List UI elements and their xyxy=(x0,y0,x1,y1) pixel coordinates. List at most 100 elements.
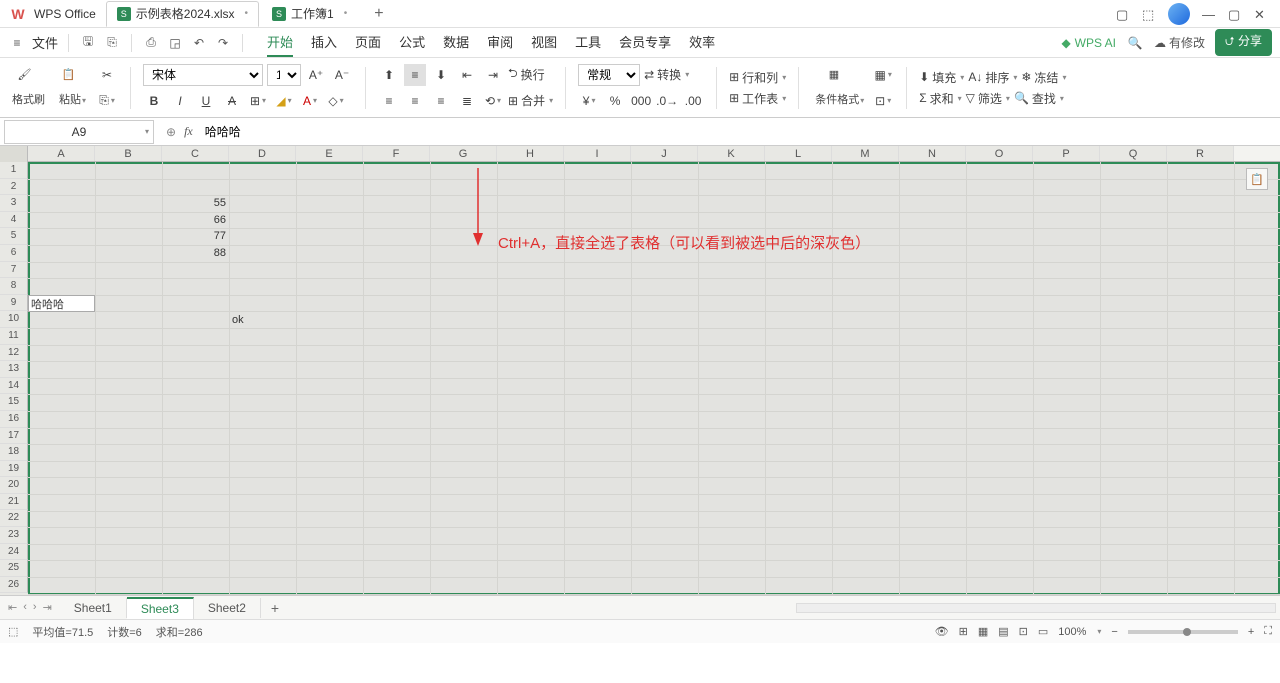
column-header[interactable]: D xyxy=(229,146,296,161)
tab-member[interactable]: 会员专享 xyxy=(619,28,671,57)
tab-formula[interactable]: 公式 xyxy=(399,28,425,57)
align-justify-icon[interactable]: ≣ xyxy=(456,90,478,112)
align-top-icon[interactable]: ⬆ xyxy=(378,64,400,86)
zoom-level[interactable]: 100% xyxy=(1058,626,1086,638)
document-tab-2[interactable]: S 工作簿1 • xyxy=(261,1,358,27)
italic-icon[interactable]: I xyxy=(169,90,191,112)
align-left-icon[interactable]: ≡ xyxy=(378,90,400,112)
sort-button[interactable]: A↓ 排序▾ xyxy=(968,69,1017,86)
underline-icon[interactable]: U xyxy=(195,90,217,112)
eye-icon[interactable]: 👁 xyxy=(935,625,949,638)
row-header[interactable]: 19 xyxy=(0,461,28,478)
row-header[interactable]: 5 xyxy=(0,228,28,245)
chevron-down-icon[interactable]: ▾ xyxy=(145,127,149,136)
maximize-button[interactable]: ▢ xyxy=(1228,7,1242,21)
print-icon[interactable]: ⎙ xyxy=(142,34,160,52)
fill-color-icon[interactable]: ◢ xyxy=(273,90,295,112)
normal-view-icon[interactable]: ▦ xyxy=(978,625,988,638)
name-box[interactable]: A9 ▾ xyxy=(4,120,154,144)
align-center-icon[interactable]: ≡ xyxy=(404,90,426,112)
column-header[interactable]: E xyxy=(296,146,363,161)
align-middle-icon[interactable]: ≡ xyxy=(404,64,426,86)
currency-icon[interactable]: ¥ xyxy=(578,90,600,112)
font-color-icon[interactable]: A xyxy=(299,90,321,112)
clear-format-icon[interactable]: ◇ xyxy=(325,90,347,112)
row-header[interactable]: 24 xyxy=(0,544,28,561)
file-menu[interactable]: 文件 xyxy=(32,33,58,52)
cube-icon[interactable]: ⬚ xyxy=(1142,7,1156,21)
tab-view[interactable]: 视图 xyxy=(531,28,557,57)
select-all-corner[interactable] xyxy=(0,146,28,162)
increase-indent-icon[interactable]: ⇥ xyxy=(482,64,504,86)
row-header[interactable]: 2 xyxy=(0,179,28,196)
column-header[interactable]: H xyxy=(497,146,564,161)
sum-button[interactable]: Σ 求和▾ xyxy=(919,90,961,107)
row-header[interactable]: 4 xyxy=(0,212,28,229)
decrease-font-icon[interactable]: A⁻ xyxy=(331,64,353,86)
active-cell[interactable]: 哈哈哈 xyxy=(28,295,95,312)
tab-review[interactable]: 审阅 xyxy=(487,28,513,57)
zoom-in-icon[interactable]: + xyxy=(1248,626,1254,638)
format-painter-button[interactable]: 🖌 格式刷 xyxy=(8,66,49,109)
row-header[interactable]: 21 xyxy=(0,494,28,511)
undo-icon[interactable]: ↶ xyxy=(190,34,208,52)
row-header[interactable]: 18 xyxy=(0,444,28,461)
column-header[interactable]: A xyxy=(28,146,95,161)
align-bottom-icon[interactable]: ⬇ xyxy=(430,64,452,86)
first-sheet-icon[interactable]: ⇤ xyxy=(8,601,17,614)
wrap-text-button[interactable]: ⮌ 换行 xyxy=(508,64,545,85)
cell[interactable]: 55 xyxy=(162,195,229,211)
paste-options-icon[interactable]: 📋 xyxy=(1246,168,1268,190)
column-header[interactable]: K xyxy=(698,146,765,161)
formula-input[interactable] xyxy=(201,123,1101,141)
fill-button[interactable]: ⬇ 填充▾ xyxy=(919,69,964,86)
paste-button[interactable]: 📋 粘贴▾ xyxy=(55,66,90,109)
row-header[interactable]: 23 xyxy=(0,527,28,544)
wps-ai-button[interactable]: ◆ WPS AI xyxy=(1061,36,1116,50)
grid-icon[interactable]: ⊞ xyxy=(959,625,968,638)
column-header[interactable]: R xyxy=(1167,146,1234,161)
align-right-icon[interactable]: ≡ xyxy=(430,90,452,112)
tab-dirty-indicator[interactable]: • xyxy=(344,8,348,19)
strikethrough-icon[interactable]: A xyxy=(221,90,243,112)
row-header[interactable]: 1 xyxy=(0,162,28,179)
row-header[interactable]: 20 xyxy=(0,477,28,494)
comma-icon[interactable]: 000 xyxy=(630,90,652,112)
cell[interactable]: 66 xyxy=(162,212,229,228)
cell-style-icon[interactable]: ⊡ xyxy=(872,90,894,112)
print-preview-icon[interactable]: ◲ xyxy=(166,34,184,52)
column-header[interactable]: P xyxy=(1033,146,1100,161)
column-header[interactable]: G xyxy=(430,146,497,161)
row-header[interactable]: 25 xyxy=(0,560,28,577)
row-header[interactable]: 17 xyxy=(0,428,28,445)
sheet-tab[interactable]: Sheet1 xyxy=(60,598,127,618)
row-header[interactable]: 8 xyxy=(0,278,28,295)
decrease-decimal-icon[interactable]: .00 xyxy=(682,90,704,112)
row-header[interactable]: 3 xyxy=(0,195,28,212)
tab-home[interactable]: 开始 xyxy=(267,28,293,57)
add-sheet-button[interactable]: + xyxy=(261,600,289,616)
table-style-icon[interactable]: ▦ xyxy=(872,64,894,86)
increase-font-icon[interactable]: A⁺ xyxy=(305,64,327,86)
percent-icon[interactable]: % xyxy=(604,90,626,112)
revision-status[interactable]: ☁ 有修改 xyxy=(1154,34,1205,51)
share-button[interactable]: ⮍ 分享 xyxy=(1215,29,1272,56)
row-header[interactable]: 22 xyxy=(0,510,28,527)
cond-format-button[interactable]: ▦ 条件格式▾ xyxy=(811,66,868,109)
tab-efficiency[interactable]: 效率 xyxy=(689,28,715,57)
column-header[interactable]: B xyxy=(95,146,162,161)
font-name-select[interactable]: 宋体 xyxy=(143,64,263,86)
reading-view-icon[interactable]: ▭ xyxy=(1038,625,1048,638)
save-icon[interactable]: 🖫 xyxy=(79,34,97,52)
orientation-icon[interactable]: ⟲ xyxy=(482,90,504,112)
border-icon[interactable]: ⊞ xyxy=(247,90,269,112)
filter-button[interactable]: ▽ 筛选▾ xyxy=(966,90,1010,107)
column-header[interactable]: I xyxy=(564,146,631,161)
record-macro-icon[interactable]: ⬚ xyxy=(8,625,18,638)
close-button[interactable]: ✕ xyxy=(1254,7,1268,21)
column-header[interactable]: M xyxy=(832,146,899,161)
panel-icon[interactable]: ▢ xyxy=(1116,7,1130,21)
search-icon[interactable]: 🔍 xyxy=(1126,34,1144,52)
page-layout-icon[interactable]: ▤ xyxy=(998,625,1008,638)
sheet-tab[interactable]: Sheet3 xyxy=(127,597,194,619)
